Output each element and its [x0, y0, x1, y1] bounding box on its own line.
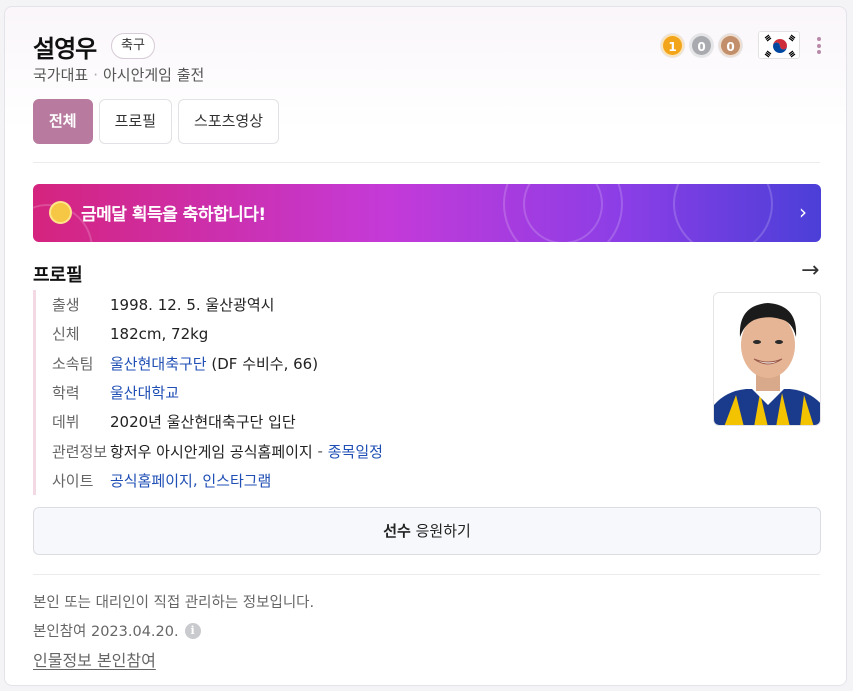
official-site-link[interactable]: 공식홈페이지	[110, 470, 193, 491]
site-comma: ,	[192, 471, 203, 490]
info-label: 소속팀	[52, 354, 94, 373]
info-icon[interactable]: i	[184, 622, 201, 639]
gold-medal-banner[interactable]: 금메달 획득을 축하합니다! ›	[33, 184, 821, 242]
gold-medal-icon: 1	[661, 34, 684, 57]
info-value: 항저우 아시안게임 공식홈페이지	[110, 442, 313, 461]
info-separator: -	[317, 442, 323, 461]
info-label: 사이트	[52, 471, 94, 490]
info-value: (DF 수비수, 66)	[211, 354, 319, 373]
person-name: 설영우	[33, 35, 97, 63]
silver-medal-icon: 0	[690, 34, 713, 57]
person-card: 설영우 축구 국가대표 · 아시안게임 출전 1 0 0 전체 프로필 스포츠영상	[4, 6, 847, 686]
info-label: 신체	[52, 325, 80, 344]
tab-all[interactable]: 전체	[33, 99, 93, 144]
more-options-icon[interactable]	[813, 37, 825, 57]
education-link[interactable]: 울산대학교	[110, 382, 179, 403]
tab-sports-video[interactable]: 스포츠영상	[178, 99, 280, 144]
info-value: 1998. 12. 5. 울산광역시	[110, 296, 275, 315]
divider	[33, 574, 820, 575]
section-title: 프로필	[33, 265, 83, 286]
subtitle-role: 국가대표	[33, 66, 89, 84]
participation-date-row: 본인참여 2023.04.20. i	[33, 620, 201, 641]
subtitle-event: 아시안게임 출전	[102, 66, 205, 84]
participation-date: 본인참여 2023.04.20.	[33, 624, 179, 640]
info-row-site: 사이트 공식홈페이지, 인스타그램	[36, 466, 673, 495]
tab-bar: 전체 프로필 스포츠영상	[33, 99, 280, 144]
self-participation-link[interactable]: 인물정보 본인참여	[33, 647, 156, 671]
info-row-related: 관련정보 항저우 아시안게임 공식홈페이지 - 종목일정	[36, 436, 673, 465]
info-label: 데뷔	[52, 413, 80, 432]
info-label: 학력	[52, 384, 80, 403]
medal-count[interactable]: 1 0 0	[661, 34, 742, 57]
cheer-text: 응원하기	[415, 522, 471, 540]
team-link[interactable]: 울산현대축구단	[110, 353, 207, 374]
sport-badge[interactable]: 축구	[111, 33, 155, 59]
tab-profile[interactable]: 프로필	[98, 99, 173, 144]
info-row-birth: 출생 1998. 12. 5. 울산광역시	[36, 290, 673, 319]
info-row-body: 신체 182cm, 72kg	[36, 319, 673, 348]
coin-icon	[49, 201, 72, 224]
info-value: 2020년 울산현대축구단 입단	[110, 413, 296, 432]
banner-text: 금메달 획득을 축하합니다!	[81, 205, 266, 225]
info-value: 182cm, 72kg	[110, 324, 209, 343]
info-row-education: 학력 울산대학교	[36, 378, 673, 407]
managed-notice: 본인 또는 대리인이 직접 관리하는 정보입니다.	[33, 595, 315, 611]
subtitle-dot: ·	[93, 66, 98, 84]
chevron-right-icon: ›	[799, 200, 807, 224]
info-label: 출생	[52, 296, 80, 315]
info-row-team: 소속팀 울산현대축구단 (DF 수비수, 66)	[36, 349, 673, 378]
divider	[33, 162, 820, 163]
player-photo[interactable]	[713, 292, 821, 426]
schedule-link[interactable]: 종목일정	[328, 441, 383, 462]
person-subtitle: 국가대표 · 아시안게임 출전	[33, 64, 204, 85]
cheer-bold: 선수	[383, 522, 411, 540]
profile-info-list: 출생 1998. 12. 5. 울산광역시 신체 182cm, 72kg 소속팀…	[33, 290, 673, 496]
korea-flag-icon	[758, 31, 800, 59]
info-row-debut: 데뷔 2020년 울산현대축구단 입단	[36, 407, 673, 436]
arrow-right-icon[interactable]: →	[801, 258, 819, 283]
instagram-link[interactable]: 인스타그램	[202, 470, 271, 491]
cheer-player-button[interactable]: 선수 응원하기	[33, 507, 821, 555]
bronze-medal-icon: 0	[719, 34, 742, 57]
